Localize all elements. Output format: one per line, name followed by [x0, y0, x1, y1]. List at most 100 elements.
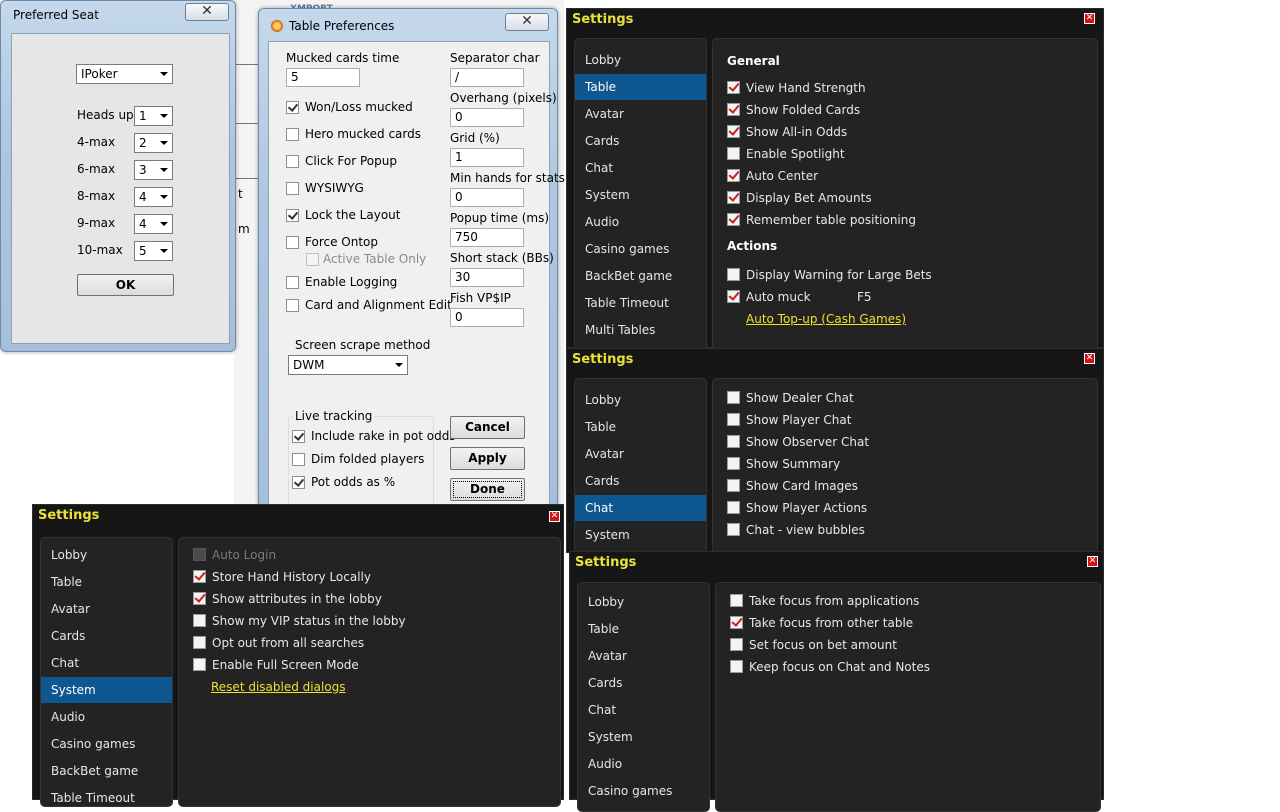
- nav-item-lobby[interactable]: Lobby: [575, 47, 706, 73]
- checkbox[interactable]: [727, 435, 740, 448]
- separator-char-input[interactable]: /: [450, 68, 524, 87]
- nav-item-avatar[interactable]: Avatar: [575, 441, 706, 467]
- nav-item-chat[interactable]: Chat: [575, 495, 706, 521]
- apply-button[interactable]: Apply: [450, 447, 525, 470]
- card-alignment-edit-checkbox[interactable]: [286, 299, 299, 312]
- nav-item-cards[interactable]: Cards: [575, 128, 706, 154]
- nav-item-chat[interactable]: Chat: [578, 697, 709, 723]
- auto-muck-hotkey[interactable]: F5: [857, 288, 872, 306]
- min-hands-input[interactable]: 0: [450, 188, 524, 207]
- nav-item-audio[interactable]: Audio: [575, 209, 706, 235]
- wysiwyg-checkbox[interactable]: [286, 182, 299, 195]
- nav-item-backbet-game[interactable]: BackBet game: [41, 758, 172, 784]
- close-icon[interactable]: ✕: [1084, 353, 1095, 364]
- nav-item-cards[interactable]: Cards: [575, 468, 706, 494]
- auto-top-up-link[interactable]: Auto Top-up (Cash Games): [746, 312, 906, 326]
- nav-item-system[interactable]: System: [41, 677, 172, 703]
- nav-item-table[interactable]: Table: [575, 414, 706, 440]
- nav-item-audio[interactable]: Audio: [41, 704, 172, 730]
- close-icon[interactable]: ✕: [1084, 13, 1095, 24]
- close-icon[interactable]: ✕: [1087, 556, 1098, 567]
- seat-select-8max[interactable]: 4: [134, 187, 173, 207]
- won-loss-mucked-checkbox[interactable]: [286, 101, 299, 114]
- checkbox[interactable]: [727, 268, 740, 281]
- checkbox[interactable]: [727, 391, 740, 404]
- checkbox[interactable]: [727, 147, 740, 160]
- nav-item-lobby[interactable]: Lobby: [41, 542, 172, 568]
- seat-select-9max[interactable]: 4: [134, 214, 173, 234]
- seat-select-heads-up[interactable]: 1: [134, 106, 173, 126]
- popup-time-input[interactable]: 750: [450, 228, 524, 247]
- enable-logging-checkbox[interactable]: [286, 276, 299, 289]
- click-for-popup-checkbox[interactable]: [286, 155, 299, 168]
- grid-input[interactable]: 1: [450, 148, 524, 167]
- active-table-only-checkbox[interactable]: [306, 253, 319, 266]
- nav-item-casino-games[interactable]: Casino games: [575, 236, 706, 262]
- close-icon[interactable]: ✕: [549, 511, 560, 522]
- nav-item-system[interactable]: System: [575, 522, 706, 548]
- nav-item-system[interactable]: System: [575, 182, 706, 208]
- include-rake-checkbox[interactable]: [292, 430, 305, 443]
- nav-item-table[interactable]: Table: [41, 569, 172, 595]
- fish-vpip-input[interactable]: 0: [450, 308, 524, 327]
- nav-item-multi-tables[interactable]: Multi Tables: [575, 317, 706, 343]
- checkbox[interactable]: [727, 501, 740, 514]
- checkbox[interactable]: [730, 660, 743, 673]
- checkbox[interactable]: [730, 638, 743, 651]
- hero-mucked-checkbox[interactable]: [286, 128, 299, 141]
- seat-select-4max[interactable]: 2: [134, 133, 173, 153]
- checkbox[interactable]: [193, 614, 206, 627]
- close-button[interactable]: ✕: [185, 3, 229, 21]
- pot-odds-percent-checkbox[interactable]: [292, 476, 305, 489]
- site-select[interactable]: IPoker: [76, 64, 173, 84]
- checkbox[interactable]: [730, 616, 743, 629]
- seat-select-10max[interactable]: 5: [134, 241, 173, 261]
- nav-item-audio[interactable]: Audio: [578, 751, 709, 777]
- nav-item-table[interactable]: Table: [578, 616, 709, 642]
- checkbox[interactable]: [193, 636, 206, 649]
- nav-item-table[interactable]: Table: [575, 74, 706, 100]
- ok-button[interactable]: OK: [77, 274, 174, 296]
- nav-item-casino-games[interactable]: Casino games: [41, 731, 172, 757]
- nav-item-chat[interactable]: Chat: [41, 650, 172, 676]
- seat-select-6max[interactable]: 3: [134, 160, 173, 180]
- checkbox[interactable]: [727, 523, 740, 536]
- nav-item-avatar[interactable]: Avatar: [578, 643, 709, 669]
- nav-item-casino-games[interactable]: Casino games: [578, 778, 709, 804]
- checkbox[interactable]: [727, 191, 740, 204]
- nav-item-cards[interactable]: Cards: [578, 670, 709, 696]
- mucked-cards-input[interactable]: 5: [286, 68, 360, 87]
- checkbox[interactable]: [727, 479, 740, 492]
- checkbox[interactable]: [727, 290, 740, 303]
- nav-item-system[interactable]: System: [578, 724, 709, 750]
- short-stack-input[interactable]: 30: [450, 268, 524, 287]
- done-button[interactable]: Done: [450, 478, 525, 501]
- lock-layout-checkbox[interactable]: [286, 209, 299, 222]
- nav-item-avatar[interactable]: Avatar: [575, 101, 706, 127]
- dim-folded-checkbox[interactable]: [292, 453, 305, 466]
- checkbox[interactable]: [193, 548, 206, 561]
- checkbox[interactable]: [727, 81, 740, 94]
- nav-item-avatar[interactable]: Avatar: [41, 596, 172, 622]
- checkbox[interactable]: [727, 103, 740, 116]
- nav-item-table-timeout[interactable]: Table Timeout: [575, 290, 706, 316]
- overhang-input[interactable]: 0: [450, 108, 524, 127]
- nav-item-lobby[interactable]: Lobby: [575, 387, 706, 413]
- checkbox[interactable]: [193, 658, 206, 671]
- force-ontop-checkbox[interactable]: [286, 236, 299, 249]
- checkbox[interactable]: [193, 570, 206, 583]
- checkbox[interactable]: [730, 594, 743, 607]
- checkbox[interactable]: [727, 413, 740, 426]
- reset-disabled-dialogs-link[interactable]: Reset disabled dialogs: [211, 680, 346, 694]
- checkbox[interactable]: [727, 213, 740, 226]
- screen-scrape-select[interactable]: DWM: [288, 355, 408, 375]
- checkbox[interactable]: [727, 457, 740, 470]
- checkbox[interactable]: [727, 125, 740, 138]
- checkbox[interactable]: [193, 592, 206, 605]
- nav-item-backbet-game[interactable]: BackBet game: [575, 263, 706, 289]
- nav-item-cards[interactable]: Cards: [41, 623, 172, 649]
- nav-item-chat[interactable]: Chat: [575, 155, 706, 181]
- close-button[interactable]: ✕: [505, 13, 549, 31]
- cancel-button[interactable]: Cancel: [450, 416, 525, 439]
- nav-item-lobby[interactable]: Lobby: [578, 589, 709, 615]
